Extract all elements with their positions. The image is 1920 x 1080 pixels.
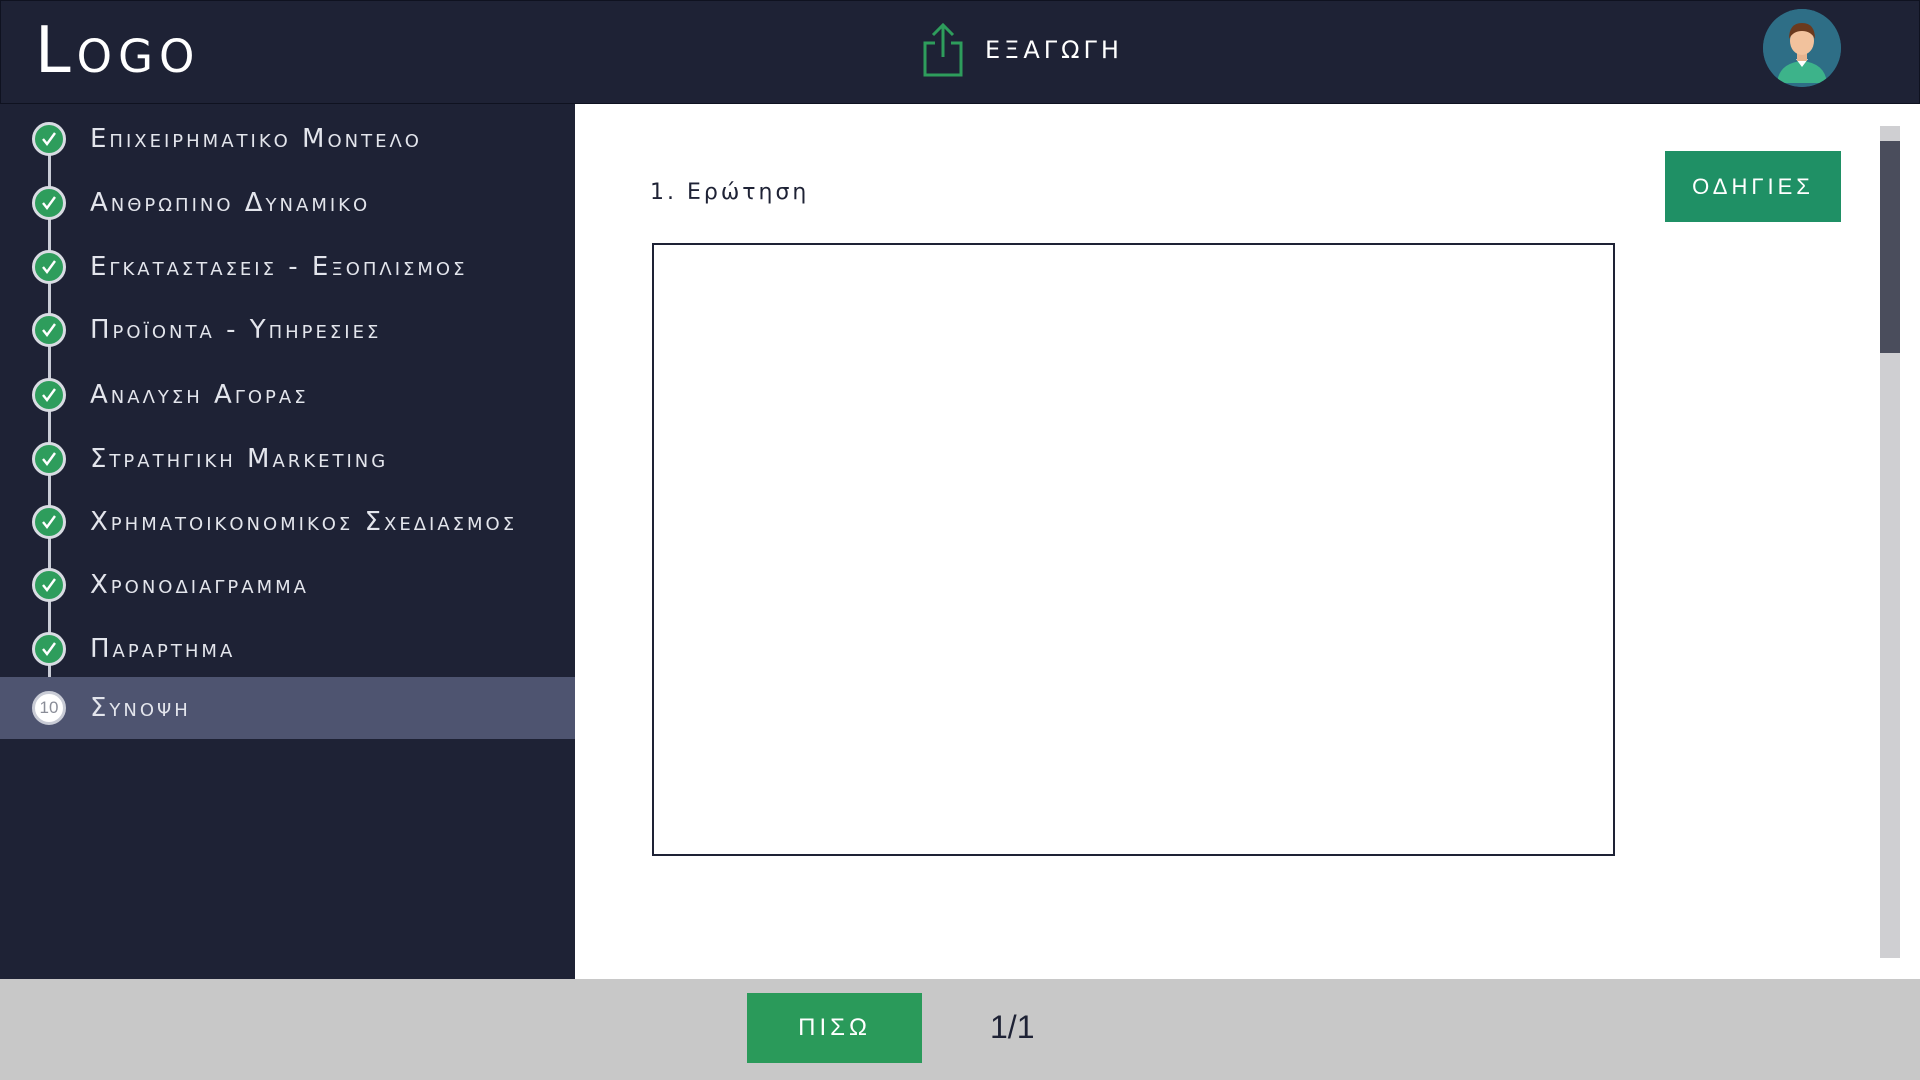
sidebar-item-label: Χρηματοικονομικος Σχεδιασμος — [90, 507, 518, 537]
instructions-button[interactable]: ΟΔΗΓΙΕΣ — [1665, 151, 1841, 222]
sidebar-item-business-model[interactable]: Επιχειρηματικο Μοντελο — [0, 108, 575, 170]
sidebar-item-label: Προϊοντα - Υπηρεσιες — [90, 315, 382, 345]
sidebar-item-appendix[interactable]: Παραρτημα — [0, 618, 575, 680]
check-icon — [32, 632, 66, 666]
page-indicator: 1/1 — [990, 1009, 1035, 1045]
sidebar-steps: Επιχειρηματικο Μοντελο Ανθρωπινο Δυναμικ… — [0, 104, 575, 979]
sidebar-item-marketing-strategy[interactable]: Στρατηγικη Marketing — [0, 428, 575, 490]
back-button[interactable]: ΠΙΣΩ — [747, 993, 922, 1063]
footer-bar: ΠΙΣΩ 1/1 — [0, 979, 1920, 1080]
user-avatar[interactable] — [1763, 9, 1841, 87]
check-icon — [32, 568, 66, 602]
question-label: 1. Ερώτηση — [650, 180, 810, 205]
sidebar-item-label: Εγκαταστασεις - Εξοπλισμος — [90, 252, 468, 282]
top-bar: Logo ΕΞΑΓΩΓΗ — [0, 0, 1920, 104]
sidebar-item-products-services[interactable]: Προϊοντα - Υπηρεσιες — [0, 299, 575, 361]
check-icon — [32, 122, 66, 156]
sidebar-item-summary[interactable]: 10 Συνοψη — [0, 677, 575, 739]
check-icon — [32, 505, 66, 539]
sidebar-item-label: Στρατηγικη Marketing — [90, 444, 389, 474]
export-button[interactable]: ΕΞΑΓΩΓΗ — [919, 21, 1123, 79]
sidebar-item-label: Συνοψη — [90, 693, 191, 723]
sidebar-item-label: Παραρτημα — [90, 634, 236, 664]
app-logo: Logo — [35, 14, 201, 88]
step-number-badge: 10 — [32, 691, 66, 725]
sidebar-item-label: Χρονοδιαγραμμα — [90, 570, 309, 600]
check-icon — [32, 442, 66, 476]
export-label: ΕΞΑΓΩΓΗ — [985, 36, 1123, 64]
sidebar-item-financial-planning[interactable]: Χρηματοικονομικος Σχεδιασμος — [0, 491, 575, 553]
user-avatar-icon — [1763, 9, 1841, 87]
sidebar-item-market-analysis[interactable]: Αναλυση Αγορας — [0, 364, 575, 426]
sidebar-item-label: Αναλυση Αγορας — [90, 380, 309, 410]
step-number: 10 — [39, 698, 59, 717]
share-export-icon — [923, 22, 963, 77]
sidebar-item-timeline[interactable]: Χρονοδιαγραμμα — [0, 554, 575, 616]
sidebar-item-label: Επιχειρηματικο Μοντελο — [90, 124, 422, 154]
sidebar-item-label: Ανθρωπινο Δυναμικο — [90, 188, 371, 218]
check-icon — [32, 186, 66, 220]
check-icon — [32, 378, 66, 412]
main-content: 1. Ερώτηση ΟΔΗΓΙΕΣ — [575, 104, 1920, 979]
sidebar-item-facilities-equipment[interactable]: Εγκαταστασεις - Εξοπλισμος — [0, 236, 575, 298]
sidebar-item-human-resources[interactable]: Ανθρωπινο Δυναμικο — [0, 172, 575, 234]
answer-textarea[interactable] — [652, 243, 1615, 856]
check-icon — [32, 313, 66, 347]
check-icon — [32, 250, 66, 284]
scrollbar-thumb[interactable] — [1880, 141, 1900, 353]
